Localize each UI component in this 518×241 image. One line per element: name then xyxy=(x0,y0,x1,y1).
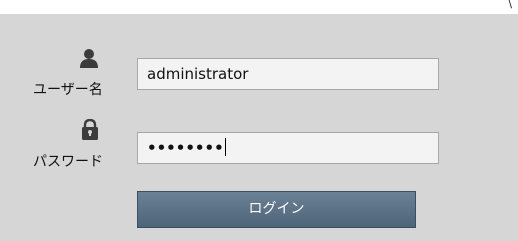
username-label: ユーザー名 xyxy=(33,82,103,98)
top-strip: \ xyxy=(0,0,518,14)
username-field[interactable]: administrator xyxy=(137,58,439,90)
lock-icon xyxy=(82,118,98,144)
text-cursor xyxy=(224,138,226,156)
login-button[interactable]: ログイン xyxy=(137,191,416,228)
corner-mark: \ xyxy=(507,0,512,10)
password-masked-value: •••••••• xyxy=(147,139,224,157)
user-icon xyxy=(80,48,98,74)
password-field[interactable]: •••••••• xyxy=(137,132,439,164)
password-label: パスワード xyxy=(33,154,103,170)
